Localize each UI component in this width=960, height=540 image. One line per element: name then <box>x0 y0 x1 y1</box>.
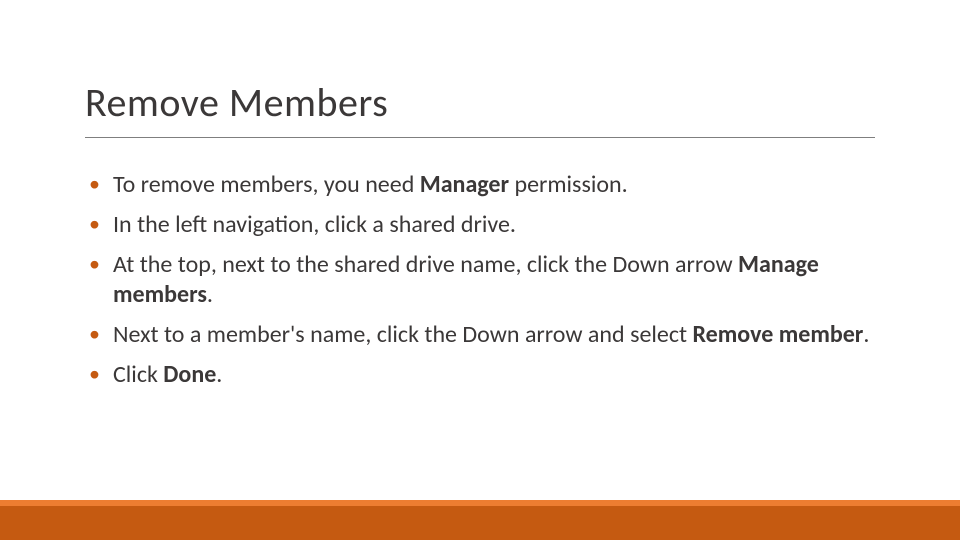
title-block: Remove Members <box>85 78 875 138</box>
slide: Remove Members To remove members, you ne… <box>0 0 960 540</box>
bullet-item: In the left navigation, click a shared d… <box>85 210 875 240</box>
title-underline <box>85 137 875 138</box>
bullet-item: To remove members, you need Manager perm… <box>85 170 875 200</box>
content-area: To remove members, you need Manager perm… <box>85 170 875 400</box>
bullet-item: Click Done. <box>85 360 875 390</box>
bullet-list: To remove members, you need Manager perm… <box>85 170 875 390</box>
bullet-item: At the top, next to the shared drive nam… <box>85 250 875 310</box>
footer-bar <box>0 506 960 540</box>
slide-title: Remove Members <box>85 78 875 127</box>
bullet-item: Next to a member's name, click the Down … <box>85 320 875 350</box>
